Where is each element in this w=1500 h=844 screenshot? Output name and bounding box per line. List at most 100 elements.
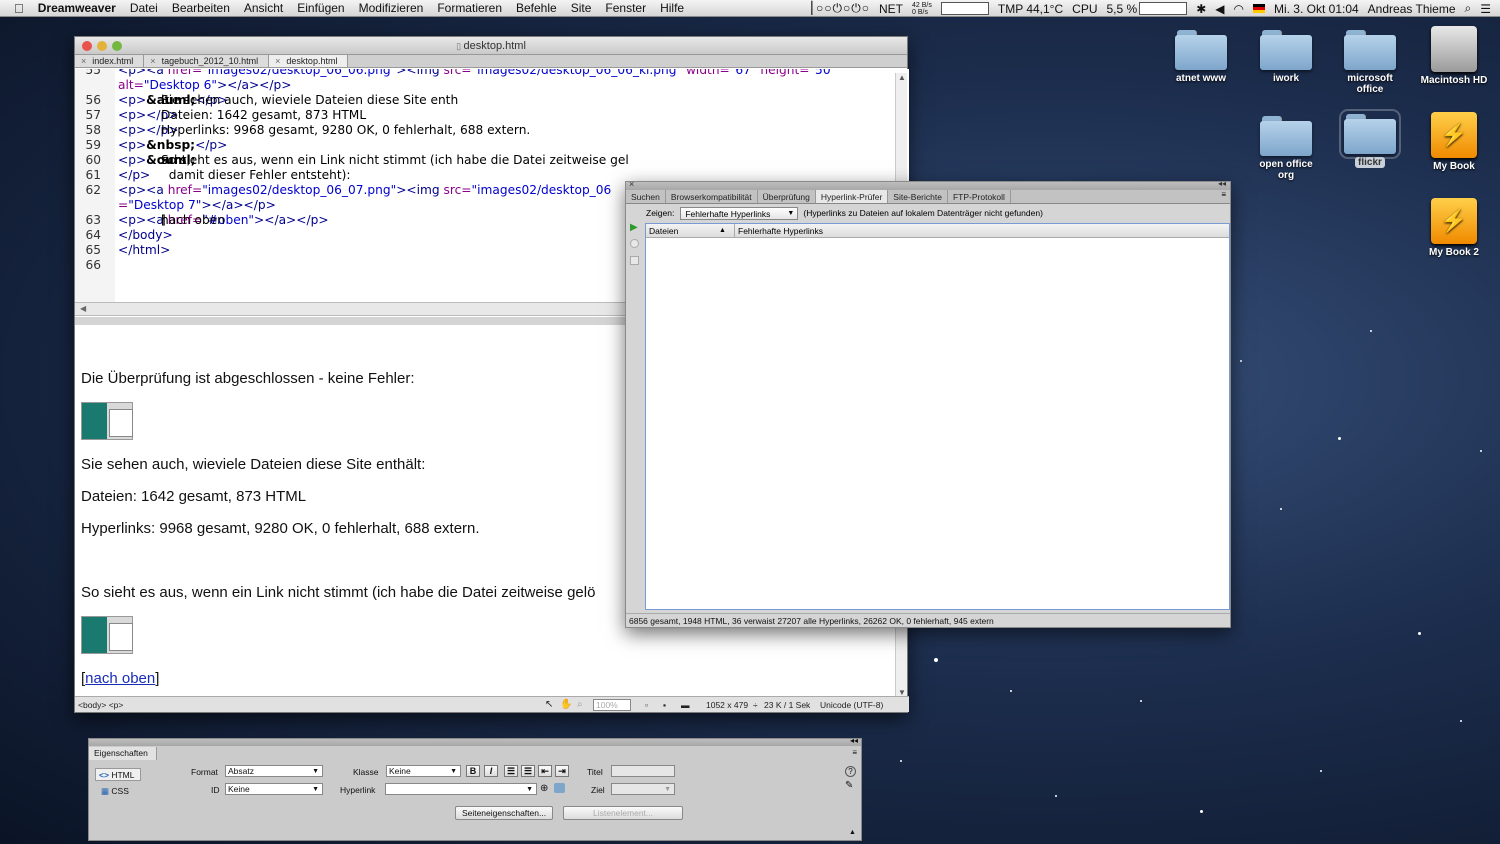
menu-formatieren[interactable]: Formatieren — [437, 0, 502, 17]
menu-datei[interactable]: Datei — [130, 0, 158, 17]
window-size[interactable]: 1052 x 479 — [706, 697, 748, 713]
code-line[interactable]: 57 <p> Dateien: 1642 gesamt, 873 HTML </p> — [75, 108, 909, 123]
save-report-icon[interactable] — [630, 256, 639, 265]
user-name[interactable]: Andreas Thieme — [1368, 2, 1456, 16]
flag-germany-icon[interactable] — [1252, 4, 1265, 13]
properties-options-icon[interactable]: ≡ — [852, 748, 857, 757]
close-tab-icon[interactable]: × — [275, 56, 280, 66]
column-dateien[interactable]: Dateien — [649, 224, 678, 238]
page-properties-button[interactable]: Seiteneigenschaften... — [455, 806, 553, 820]
zoom-tool-icon[interactable]: ⌕ — [577, 697, 583, 713]
menu-einfuegen[interactable]: Einfügen — [297, 0, 344, 17]
scroll-up-icon[interactable]: ▲ — [898, 73, 906, 82]
class-select[interactable]: Keine ▼ — [386, 765, 461, 777]
desktop-icon-open-office-org[interactable]: open office org — [1248, 116, 1324, 181]
tab-index-html[interactable]: × index.html — [75, 55, 145, 67]
panel-options-icon[interactable]: ≡ — [1221, 190, 1226, 203]
desktop-icon-my-book-2[interactable]: ⚡ My Book 2 — [1416, 198, 1492, 258]
tab-hyperlink-pruefer[interactable]: Hyperlink-Prüfer — [815, 190, 889, 203]
desktop-icon-microsoft-office[interactable]: microsoft office — [1332, 30, 1408, 95]
zoom-field[interactable]: 100% — [593, 699, 631, 711]
indent-icon[interactable]: ⇥ — [555, 765, 569, 777]
chevron-down-icon[interactable]: ▼ — [526, 784, 533, 795]
cpu-label[interactable]: CPU — [1072, 2, 1097, 16]
scroll-left-icon[interactable]: ◀ — [80, 304, 86, 313]
monitor-icon[interactable]: ▬ — [681, 697, 690, 713]
properties-grip[interactable]: ◂◂ — [89, 736, 861, 746]
ordered-list-icon[interactable]: ☰ — [521, 765, 535, 777]
back-to-top-link[interactable]: nach oben — [85, 670, 155, 687]
code-line[interactable]: 60 <p> So sieht es aus, wenn ein Link nich… — [75, 153, 909, 168]
title-input[interactable] — [611, 765, 675, 777]
window-size-icon[interactable]: ▫ — [645, 697, 648, 713]
tab-suchen[interactable]: Suchen — [626, 190, 666, 203]
close-tab-icon[interactable]: × — [150, 56, 155, 66]
menu-befehle[interactable]: Befehle — [516, 0, 557, 17]
tab-tagebuch-html[interactable]: × tagebuch_2012_10.html — [144, 55, 270, 67]
properties-tab[interactable]: Eigenschaften — [89, 747, 157, 760]
panel-close-icon[interactable]: × — [629, 179, 634, 189]
sort-ascending-icon[interactable]: ▲ — [719, 224, 726, 238]
help-icon[interactable]: ? — [845, 766, 856, 777]
hand-tool-icon[interactable]: ✋ — [560, 697, 572, 713]
hyperlink-input[interactable]: ▼ — [385, 783, 537, 795]
app-menu[interactable]: Dreamweaver — [38, 1, 116, 15]
screenshot-thumbnail-6[interactable] — [81, 402, 133, 440]
show-dropdown[interactable]: Fehlerhafte Hyperlinks ▼ — [680, 206, 799, 220]
panel-collapse-icon[interactable]: ◂◂ — [850, 736, 858, 745]
select-tool-icon[interactable]: ↖ — [545, 697, 553, 713]
tab-site-berichte[interactable]: Site-Berichte — [888, 190, 948, 203]
temperature[interactable]: TMP 44,1°C — [998, 2, 1063, 16]
apple-icon[interactable]:  — [14, 1, 24, 16]
close-button[interactable] — [82, 41, 92, 51]
format-select[interactable]: Absatz ▼ — [225, 765, 323, 777]
panel-grip[interactable]: × ◂◂ — [626, 179, 1230, 190]
target-select[interactable]: ▼ — [611, 783, 675, 795]
tab-ftp-protokoll[interactable]: FTP-Protokoll — [948, 190, 1011, 203]
close-tab-icon[interactable]: × — [81, 56, 86, 66]
minimize-button[interactable] — [97, 41, 107, 51]
code-line[interactable]: 59 <p>&nbsp;</p> — [75, 138, 909, 153]
wifi-icon[interactable]: ◠ — [1233, 2, 1243, 16]
code-line[interactable]: 58 <p> Hyperlinks: 9968 gesamt, 9280 OK, 0… — [75, 123, 909, 138]
window-size-icon[interactable]: ▪ — [663, 697, 666, 713]
tab-ueberpruefung[interactable]: Überprüfung — [758, 190, 816, 203]
code-line[interactable]: alt="Desktop 6"></a></p> — [75, 78, 909, 93]
expand-icon[interactable]: ▲ — [849, 829, 856, 836]
menu-site[interactable]: Site — [571, 0, 592, 17]
menu-bearbeiten[interactable]: Bearbeiten — [172, 0, 230, 17]
bluetooth-icon[interactable]: ✱ — [1196, 2, 1206, 16]
column-fehlerhafte-hyperlinks[interactable]: Fehlerhafte Hyperlinks — [734, 224, 823, 238]
net-label[interactable]: NET — [879, 2, 903, 16]
desktop-icon-my-book[interactable]: ⚡ My Book — [1416, 112, 1492, 172]
zoom-button[interactable] — [112, 41, 122, 51]
clock[interactable]: Mi. 3. Okt 01:04 — [1274, 2, 1359, 16]
volume-icon[interactable]: ◀ — [1215, 2, 1224, 16]
tab-browserkompatibilitaet[interactable]: Browserkompatibilität — [666, 190, 758, 203]
tab-desktop-html[interactable]: × desktop.html — [269, 55, 349, 67]
broken-links-list[interactable]: Dateien ▲ Fehlerhafte Hyperlinks — [645, 223, 1230, 610]
panel-collapse-icon[interactable]: ◂◂ — [1218, 179, 1226, 188]
status-circles-icon[interactable]: ⎮○○⏻○⏻○ — [809, 1, 870, 16]
css-mode-button[interactable]: ▦ CSS — [101, 785, 129, 797]
notification-center-icon[interactable]: ☰ — [1480, 2, 1491, 16]
window-size-arrow-icon[interactable]: ÷ — [753, 697, 758, 713]
desktop-icon-macintosh-hd[interactable]: Macintosh HD — [1416, 26, 1492, 86]
outdent-icon[interactable]: ⇤ — [538, 765, 552, 777]
menu-fenster[interactable]: Fenster — [605, 0, 646, 17]
menu-ansicht[interactable]: Ansicht — [244, 0, 283, 17]
menu-hilfe[interactable]: Hilfe — [660, 0, 684, 17]
desktop-icon-atnet-www[interactable]: atnet www — [1163, 30, 1239, 84]
desktop-icon-flickr[interactable]: flickr — [1332, 109, 1408, 168]
screenshot-thumbnail-7[interactable] — [81, 616, 133, 654]
unordered-list-icon[interactable]: ☰ — [504, 765, 518, 777]
bold-button[interactable]: B — [466, 765, 480, 777]
html-mode-button[interactable]: <> HTML — [95, 768, 141, 781]
menu-modifizieren[interactable]: Modifizieren — [359, 0, 424, 17]
code-line[interactable]: 56 <p> Sie sehen auch, wieviele Dateien di… — [75, 93, 909, 108]
desktop-icon-iwork[interactable]: iwork — [1248, 30, 1324, 84]
code-line[interactable]: 55 <p><a href="images02/desktop_06_06.png… — [75, 69, 909, 78]
tag-selector[interactable]: <body> <p> — [78, 697, 123, 713]
stop-icon[interactable] — [630, 239, 639, 248]
id-select[interactable]: Keine ▼ — [225, 783, 323, 795]
